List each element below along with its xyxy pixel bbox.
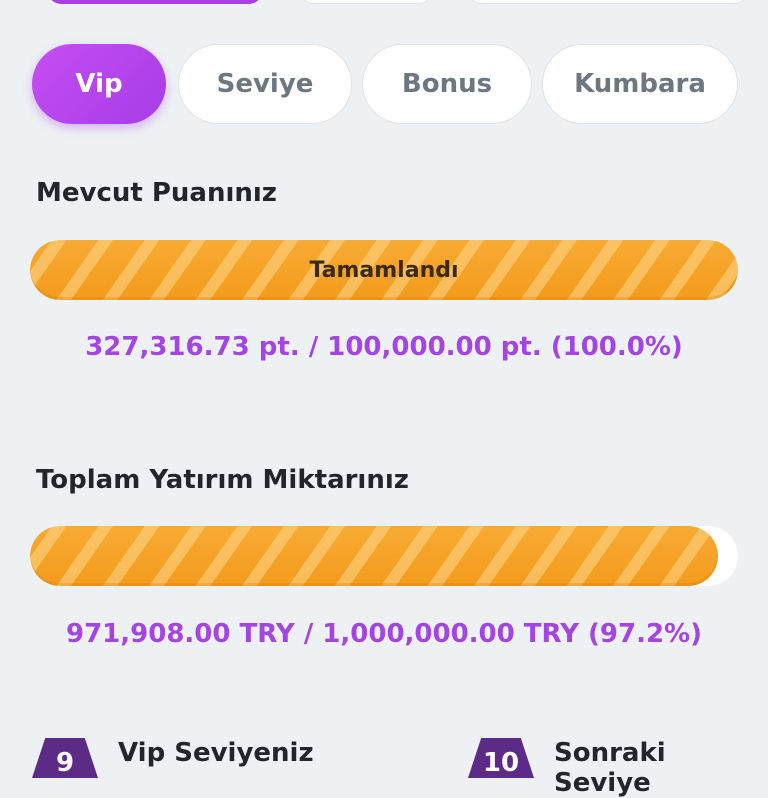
current-level-number: 9 (55, 748, 75, 778)
deposit-value: 971,908.00 TRY / 1,000,000.00 TRY (97.2%… (66, 619, 702, 649)
tab-kumbara[interactable]: Kumbara (542, 44, 738, 124)
next-level-number: 10 (482, 748, 520, 778)
points-progress-bar: Tamamlandı (30, 240, 738, 300)
top-pill-tertiary[interactable] (466, 0, 750, 4)
points-status-label: Tamamlandı (309, 257, 459, 283)
points-value: 327,316.73 pt. / 100,000.00 pt. (100.0%) (85, 332, 683, 362)
next-level-label: Sonraki Seviye (554, 738, 666, 798)
tab-vip[interactable]: Vip (32, 44, 166, 124)
top-pill-secondary[interactable] (298, 0, 434, 4)
next-level-badge: 10 (468, 738, 534, 778)
current-level-label: Vip Seviyeniz (118, 738, 314, 768)
deposit-title: Toplam Yatırım Miktarınız (36, 465, 409, 495)
points-title: Mevcut Puanınız (36, 178, 277, 208)
deposit-progress-fill (30, 526, 719, 586)
top-pill-primary[interactable] (46, 0, 264, 4)
tab-bar: Vip Seviye Bonus Kumbara (32, 44, 738, 126)
current-level-badge: 9 (32, 738, 98, 778)
tab-seviye[interactable]: Seviye (178, 44, 352, 124)
tab-bonus[interactable]: Bonus (362, 44, 532, 124)
deposit-progress-bar (30, 526, 738, 586)
